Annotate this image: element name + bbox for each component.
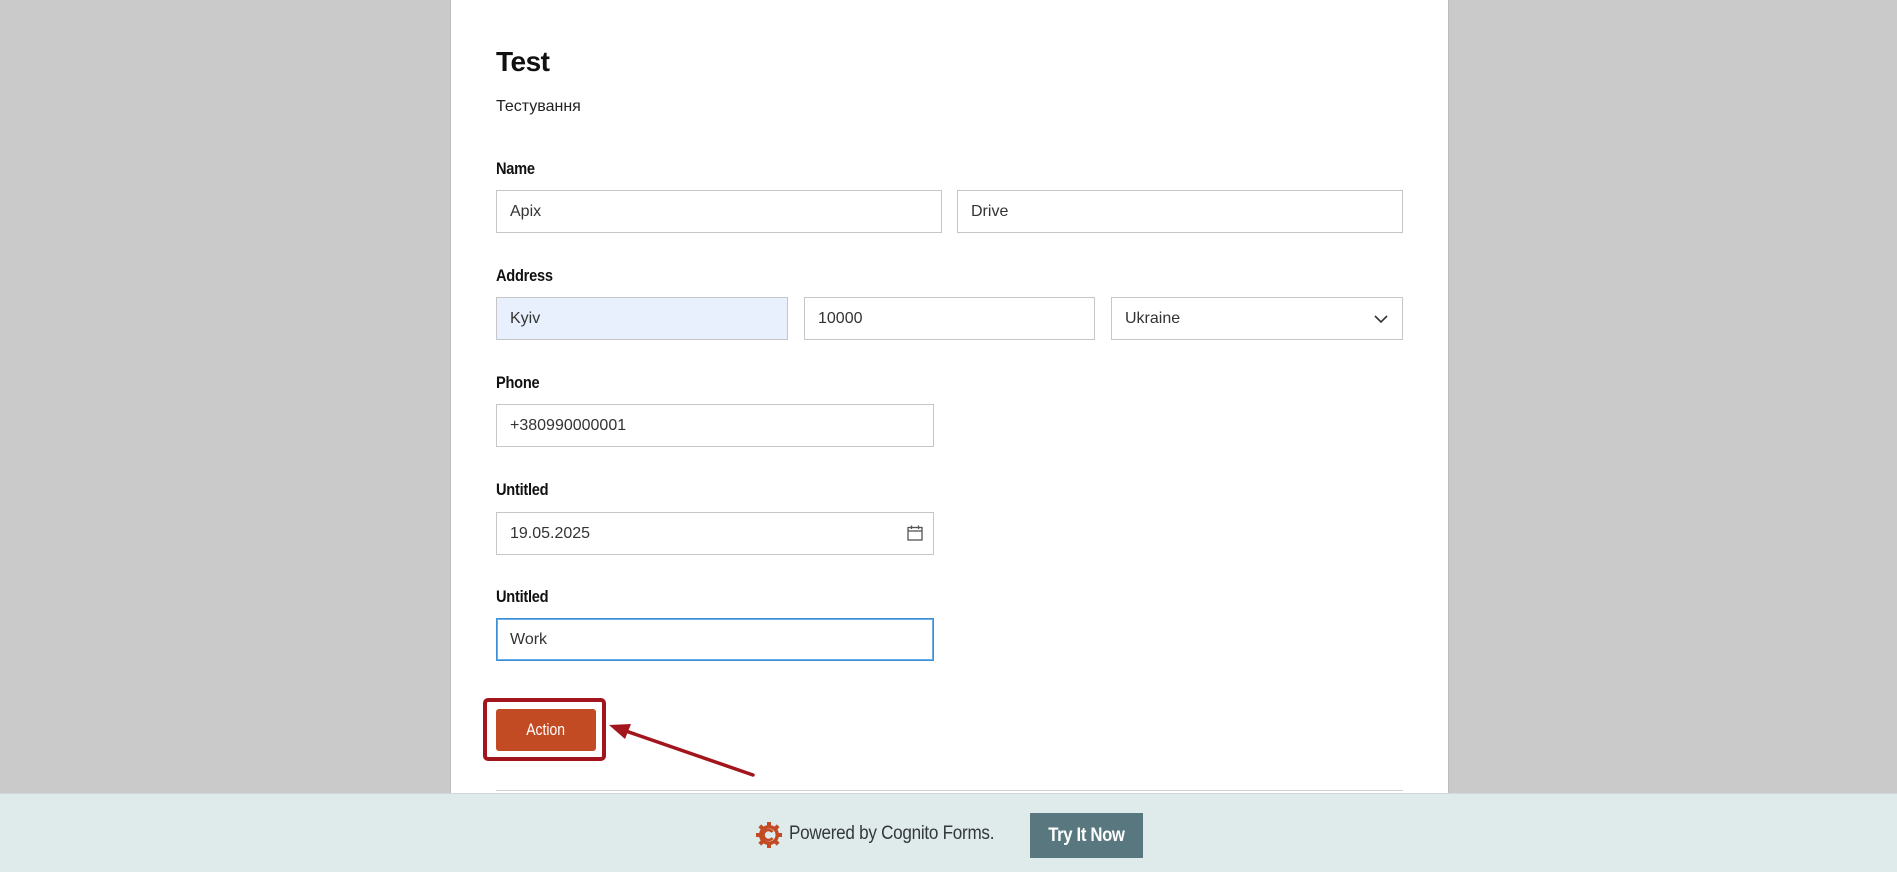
country-select[interactable]: Ukraine	[1111, 297, 1403, 340]
action-button[interactable]: Action	[496, 709, 596, 751]
name-label: Name	[496, 159, 535, 178]
cognito-logo-icon	[756, 822, 782, 848]
last-name-input[interactable]: Drive	[957, 190, 1403, 233]
city-value: Kyiv	[510, 310, 541, 327]
powered-by-text[interactable]: Powered by Cognito Forms.	[789, 823, 994, 845]
last-name-value: Drive	[971, 203, 1009, 220]
postal-code-value: 10000	[818, 310, 863, 327]
address-label: Address	[496, 266, 553, 285]
date-input[interactable]: 19.05.2025	[496, 512, 934, 555]
country-value: Ukraine	[1125, 310, 1181, 327]
try-it-now-button[interactable]: Try It Now	[1030, 813, 1143, 858]
phone-input[interactable]: +380990000001	[496, 404, 934, 447]
calendar-icon[interactable]	[906, 524, 924, 542]
phone-value: +380990000001	[510, 417, 627, 434]
form-description: Тестування	[496, 98, 581, 115]
form-title: Test	[496, 46, 550, 77]
action-button-label: Action	[526, 720, 566, 739]
chevron-down-icon	[1374, 315, 1388, 324]
date-label: Untitled	[496, 480, 549, 499]
annotation-arrow	[609, 724, 755, 777]
first-name-input[interactable]: Apix	[496, 190, 942, 233]
phone-label: Phone	[496, 373, 540, 392]
date-value: 19.05.2025	[510, 525, 591, 542]
text-value: Work	[510, 631, 548, 648]
first-name-value: Apix	[510, 203, 542, 220]
text-input[interactable]: Work	[496, 618, 934, 661]
try-it-now-label: Try It Now	[1048, 824, 1125, 846]
text-label: Untitled	[496, 587, 549, 606]
city-input[interactable]: Kyiv	[496, 297, 788, 340]
section-divider	[496, 790, 1403, 791]
postal-code-input[interactable]: 10000	[804, 297, 1095, 340]
